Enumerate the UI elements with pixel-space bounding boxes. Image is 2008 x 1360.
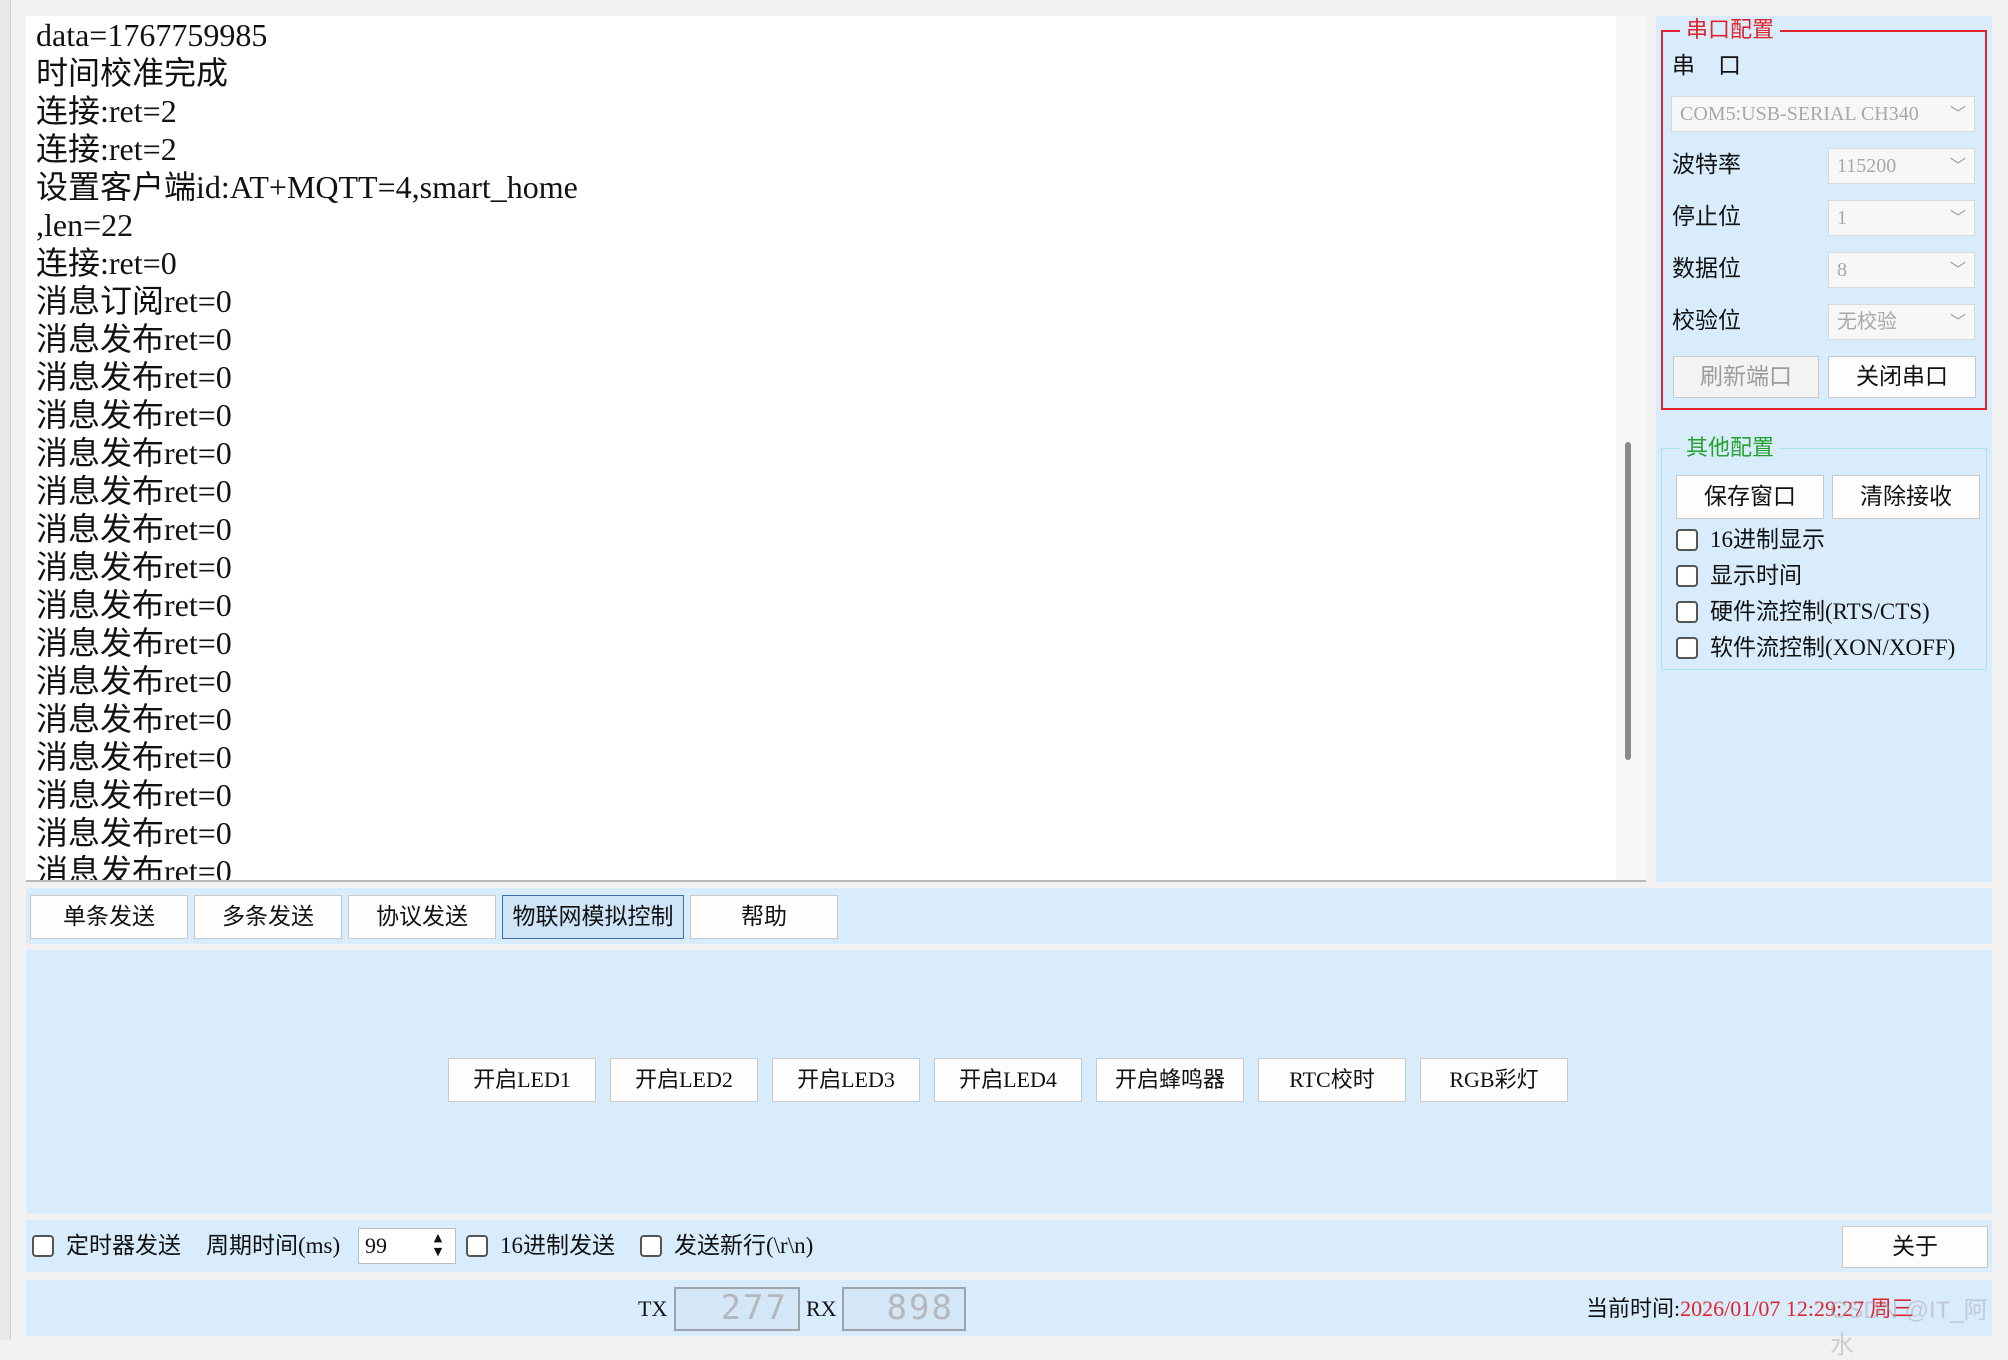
data-bits-select-value: 8	[1837, 259, 1847, 281]
receive-line: 消息发布ret=0	[36, 777, 232, 813]
clear-receive-button[interactable]: 清除接收	[1832, 475, 1980, 519]
receive-line: 消息发布ret=0	[36, 321, 232, 357]
receive-line: 消息发布ret=0	[36, 663, 232, 699]
rgb-light-button[interactable]: RGB彩灯	[1420, 1058, 1568, 1102]
period-spinner-arrows[interactable]: ▲ ▼	[424, 1231, 452, 1261]
checkbox-unchecked-icon	[1676, 564, 1698, 587]
parity-select-value: 无校验	[1837, 311, 1897, 333]
serial-config-title: 串口配置	[1680, 16, 1781, 44]
port-select[interactable]: COM5:USB-SERIAL CH340 ﹀	[1671, 96, 1975, 132]
stop-bits-select-value: 1	[1837, 207, 1847, 229]
stop-bits-label: 停止位	[1672, 204, 1741, 229]
data-bits-label: 数据位	[1672, 256, 1741, 281]
led2-on-button[interactable]: 开启LED2	[610, 1058, 758, 1102]
newline-send-checkbox[interactable]: 发送新行(\r\n)	[640, 1228, 813, 1264]
receive-line: 消息发布ret=0	[36, 435, 232, 471]
data-bits-select[interactable]: 8 ﹀	[1828, 252, 1975, 288]
left-window-edge	[0, 0, 11, 1340]
chevron-down-icon: ﹀	[1949, 156, 1966, 175]
hex-send-checkbox[interactable]: 16进制发送	[466, 1228, 615, 1264]
save-window-button[interactable]: 保存窗口	[1676, 475, 1824, 519]
receive-scrollbar-thumb[interactable]	[1625, 442, 1631, 760]
receive-line: 消息发布ret=0	[36, 625, 232, 661]
receive-line: 消息发布ret=0	[36, 397, 232, 433]
tab-help[interactable]: 帮助	[690, 895, 838, 939]
software-flow-checkbox[interactable]: 软件流控制(XON/XOFF)	[1676, 633, 1955, 663]
buzzer-on-button[interactable]: 开启蜂鸣器	[1096, 1058, 1244, 1102]
receive-line: 连接:ret=2	[36, 131, 177, 167]
receive-line: 消息发布ret=0	[36, 473, 232, 509]
timer-send-checkbox[interactable]: 定时器发送	[32, 1228, 181, 1264]
receive-line: 消息发布ret=0	[36, 815, 232, 851]
receive-line: 消息发布ret=0	[36, 853, 232, 882]
receive-text-area[interactable]: data=1767759985 时间校准完成 连接:ret=2 连接:ret=2 设置客…	[26, 16, 1646, 882]
software-flow-label: 软件流控制(XON/XOFF)	[1710, 635, 1956, 660]
show-time-checkbox[interactable]: 显示时间	[1676, 561, 1802, 591]
receive-line: 连接:ret=0	[36, 245, 177, 281]
tab-multi-send[interactable]: 多条发送	[194, 895, 342, 939]
spin-up-icon[interactable]: ▲	[424, 1231, 452, 1245]
port-select-value: COM5:USB-SERIAL CH340	[1680, 103, 1919, 125]
checkbox-unchecked-icon	[1676, 636, 1698, 659]
tab-iot-control[interactable]: 物联网模拟控制	[502, 895, 684, 939]
receive-scrollbar-track[interactable]	[1616, 16, 1646, 880]
baud-select-value: 115200	[1837, 155, 1897, 177]
parity-label: 校验位	[1672, 308, 1741, 333]
led3-on-button[interactable]: 开启LED3	[772, 1058, 920, 1102]
checkbox-unchecked-icon	[640, 1234, 662, 1257]
receive-line: 时间校准完成	[36, 55, 229, 91]
about-button[interactable]: 关于	[1842, 1226, 1988, 1268]
parity-select[interactable]: 无校验 ﹀	[1828, 304, 1975, 340]
show-time-label: 显示时间	[1710, 563, 1802, 588]
chevron-down-icon: ﹀	[1949, 260, 1966, 279]
receive-line: 消息发布ret=0	[36, 511, 232, 547]
stop-bits-select[interactable]: 1 ﹀	[1828, 200, 1975, 236]
tx-counter: 277	[674, 1287, 800, 1331]
led4-on-button[interactable]: 开启LED4	[934, 1058, 1082, 1102]
receive-line: 消息发布ret=0	[36, 587, 232, 623]
receive-line: data=1767759985	[36, 17, 268, 53]
rtc-sync-button[interactable]: RTC校时	[1258, 1058, 1406, 1102]
port-label: 串 口	[1672, 53, 1741, 78]
receive-line: 消息发布ret=0	[36, 359, 232, 395]
tx-label: TX	[638, 1296, 668, 1321]
chevron-down-icon: ﹀	[1949, 312, 1966, 331]
hex-send-label: 16进制发送	[500, 1233, 615, 1258]
checkbox-unchecked-icon	[1676, 600, 1698, 623]
rx-label: RX	[806, 1296, 837, 1321]
receive-line: ,len=22	[36, 207, 134, 243]
hardware-flow-label: 硬件流控制(RTS/CTS)	[1710, 599, 1930, 624]
spin-down-icon[interactable]: ▼	[424, 1245, 452, 1259]
chevron-down-icon: ﹀	[1949, 208, 1966, 227]
refresh-ports-button[interactable]: 刷新端口	[1673, 356, 1819, 398]
rx-counter: 898	[842, 1287, 966, 1331]
tab-single-send[interactable]: 单条发送	[30, 895, 188, 939]
baud-label: 波特率	[1672, 152, 1741, 177]
checkbox-unchecked-icon	[1676, 528, 1698, 551]
period-label: 周期时间(ms)	[206, 1233, 341, 1258]
baud-select[interactable]: 115200 ﹀	[1828, 148, 1975, 184]
close-port-button[interactable]: 关闭串口	[1828, 356, 1976, 398]
receive-lines: data=1767759985 时间校准完成 连接:ret=2 连接:ret=2 设置客…	[36, 16, 578, 882]
receive-line: 连接:ret=2	[36, 93, 177, 129]
watermark: CSDN @IT_阿水	[1830, 1297, 1988, 1359]
receive-line: 消息订阅ret=0	[36, 283, 232, 319]
hex-display-checkbox[interactable]: 16进制显示	[1676, 525, 1825, 555]
receive-line: 消息发布ret=0	[36, 739, 232, 775]
chevron-down-icon: ﹀	[1949, 104, 1966, 123]
tab-protocol-send[interactable]: 协议发送	[348, 895, 496, 939]
led1-on-button[interactable]: 开启LED1	[448, 1058, 596, 1102]
receive-line: 消息发布ret=0	[36, 549, 232, 585]
checkbox-unchecked-icon	[32, 1234, 54, 1257]
checkbox-unchecked-icon	[466, 1234, 488, 1257]
receive-line: 设置客户端id:AT+MQTT=4,smart_home	[36, 169, 578, 205]
other-config-title: 其他配置	[1680, 434, 1781, 462]
current-time-label: 当前时间:	[1586, 1296, 1681, 1321]
timer-send-label: 定时器发送	[66, 1233, 181, 1258]
newline-send-label: 发送新行(\r\n)	[674, 1233, 814, 1258]
receive-line: 消息发布ret=0	[36, 701, 232, 737]
hardware-flow-checkbox[interactable]: 硬件流控制(RTS/CTS)	[1676, 597, 1930, 627]
hex-display-label: 16进制显示	[1710, 527, 1825, 552]
